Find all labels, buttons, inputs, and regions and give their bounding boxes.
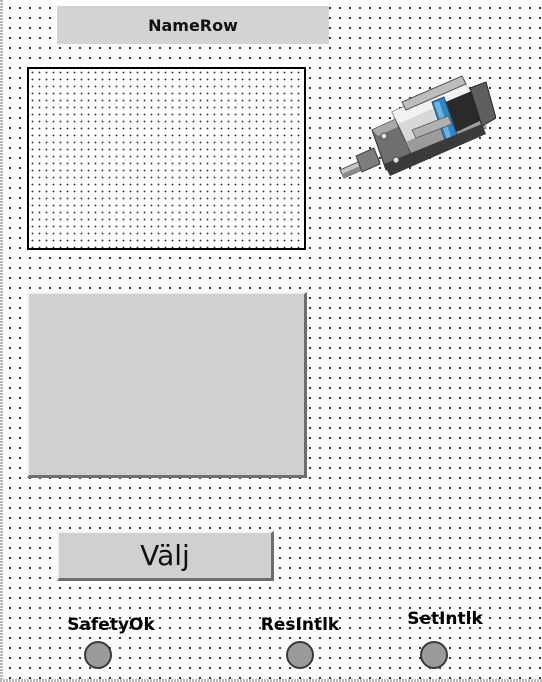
safetyok-label: SafetyOk xyxy=(67,615,155,635)
safetyok-lamp[interactable] xyxy=(84,641,112,669)
resintlk-lamp[interactable] xyxy=(286,641,314,669)
display-panel xyxy=(27,292,307,478)
setintlk-lamp[interactable] xyxy=(420,641,448,669)
setintlk-label: SetIntlk xyxy=(407,609,483,629)
canvas-left-border xyxy=(0,0,3,682)
image-frame xyxy=(27,67,306,250)
name-row-label: NameRow xyxy=(57,6,329,44)
pneumatic-cylinder-icon xyxy=(339,75,496,179)
resintlk-label: ResIntlk xyxy=(260,615,340,635)
valj-button[interactable]: Välj xyxy=(57,531,274,581)
